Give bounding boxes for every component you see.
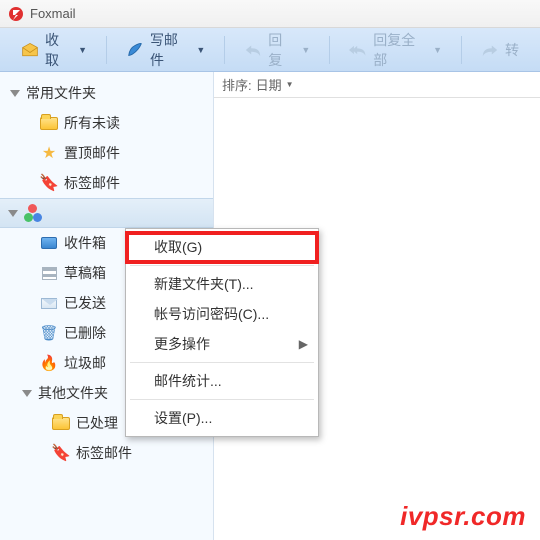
separator <box>106 36 107 64</box>
sent-icon <box>40 295 58 311</box>
watermark: ivpsr.com <box>400 501 526 532</box>
bookmark-icon: 🔖 <box>52 445 70 461</box>
label: 新建文件夹(T)... <box>154 274 254 294</box>
dropdown-icon: ▼ <box>78 45 87 55</box>
folder-icon <box>52 415 70 431</box>
context-menu: 收取(G) 新建文件夹(T)... 帐号访问密码(C)... 更多操作 ▶ 邮件统… <box>125 228 319 437</box>
bookmark-icon: 🔖 <box>40 175 58 191</box>
replyall-label: 回复全部 <box>373 30 425 70</box>
label: 草稿箱 <box>64 263 106 283</box>
receive-icon <box>21 42 39 58</box>
ctx-mail-stats[interactable]: 邮件统计... <box>126 366 318 396</box>
dropdown-icon: ▼ <box>286 80 294 89</box>
dropdown-icon: ▼ <box>433 45 442 55</box>
dropdown-icon: ▼ <box>301 45 310 55</box>
separator <box>130 265 314 266</box>
ctx-account-password[interactable]: 帐号访问密码(C)... <box>126 299 318 329</box>
ctx-new-folder[interactable]: 新建文件夹(T)... <box>126 269 318 299</box>
receive-button[interactable]: 收取 ▼ <box>10 34 98 66</box>
account-icon <box>24 205 42 221</box>
sidebar-pinned[interactable]: ★ 置顶邮件 <box>0 138 213 168</box>
label: 已删除 <box>64 323 106 343</box>
sidebar-common-folders[interactable]: 常用文件夹 <box>0 78 213 108</box>
app-icon <box>8 6 24 22</box>
label: 标签邮件 <box>64 173 120 193</box>
star-icon: ★ <box>40 145 58 161</box>
forward-label: 转 <box>505 40 519 60</box>
label: 收取(G) <box>154 237 202 257</box>
sidebar-tagged[interactable]: 🔖 标签邮件 <box>0 168 213 198</box>
compose-button[interactable]: 写邮件 ▼ <box>115 34 216 66</box>
sidebar-all-unread[interactable]: 所有未读 <box>0 108 213 138</box>
label: 常用文件夹 <box>26 83 96 103</box>
separator <box>461 36 462 64</box>
separator <box>130 399 314 400</box>
label: 标签邮件 <box>76 443 132 463</box>
submenu-icon: ▶ <box>299 337 308 351</box>
expand-icon <box>8 210 18 217</box>
replyall-button[interactable]: 回复全部 ▼ <box>338 34 453 66</box>
forward-icon <box>481 42 499 58</box>
separator <box>130 362 314 363</box>
reply-icon <box>244 42 262 58</box>
label: 收件箱 <box>64 233 106 253</box>
separator <box>329 36 330 64</box>
label: 垃圾邮 <box>64 353 106 373</box>
label: 置顶邮件 <box>64 143 120 163</box>
flame-icon: 🔥 <box>40 355 58 371</box>
compose-icon <box>126 42 144 58</box>
title-bar: Foxmail <box>0 0 540 28</box>
trash-icon: 🗑 <box>40 325 58 341</box>
app-title: Foxmail <box>30 6 76 21</box>
receive-label: 收取 <box>45 30 70 70</box>
expand-icon <box>22 390 32 397</box>
label: 已发送 <box>64 293 106 313</box>
separator <box>224 36 225 64</box>
replyall-icon <box>349 42 367 58</box>
reply-label: 回复 <box>268 30 293 70</box>
ctx-receive[interactable]: 收取(G) <box>126 232 318 262</box>
label: 邮件统计... <box>154 371 222 391</box>
sort-by: 日期 <box>256 75 282 94</box>
toolbar: 收取 ▼ 写邮件 ▼ 回复 ▼ 回复全部 ▼ 转 <box>0 28 540 72</box>
label: 所有未读 <box>64 113 120 133</box>
compose-label: 写邮件 <box>150 30 188 70</box>
sidebar-tagged-2[interactable]: 🔖 标签邮件 <box>0 438 213 468</box>
ctx-settings[interactable]: 设置(P)... <box>126 403 318 433</box>
expand-icon <box>10 90 20 97</box>
ctx-more-actions[interactable]: 更多操作 ▶ <box>126 329 318 359</box>
inbox-icon <box>40 235 58 251</box>
label: 其他文件夹 <box>38 383 108 403</box>
label: 设置(P)... <box>154 408 212 428</box>
draft-icon <box>40 265 58 281</box>
forward-button[interactable]: 转 <box>470 34 530 66</box>
label: 帐号访问密码(C)... <box>154 304 269 324</box>
label: 更多操作 <box>154 334 210 354</box>
dropdown-icon: ▼ <box>196 45 205 55</box>
label: 已处理 <box>76 413 118 433</box>
sort-prefix: 排序: <box>222 75 252 94</box>
reply-button[interactable]: 回复 ▼ <box>233 34 321 66</box>
sort-bar[interactable]: 排序: 日期 ▼ <box>214 72 540 98</box>
sidebar-account[interactable] <box>0 198 213 228</box>
folder-icon <box>40 115 58 131</box>
